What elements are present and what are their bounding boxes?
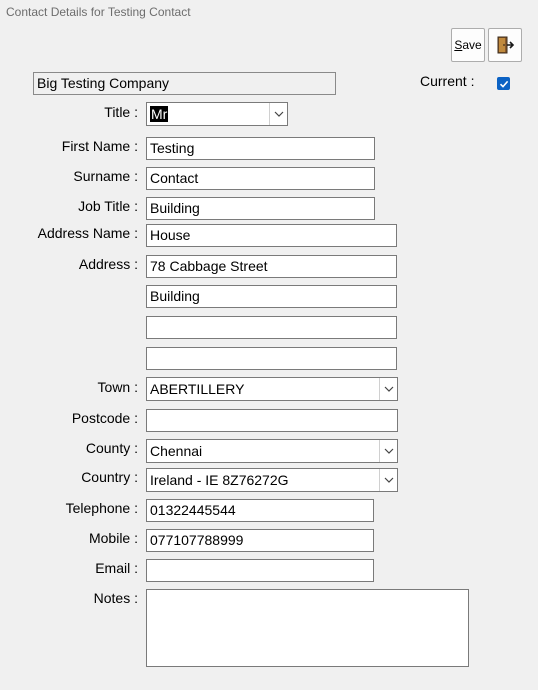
first-name-field[interactable]: Testing (146, 137, 375, 160)
surname-label: Surname : (73, 168, 138, 184)
exit-button[interactable] (488, 28, 522, 62)
company-name-display: Big Testing Company (33, 72, 336, 95)
address-line4-field[interactable] (146, 347, 397, 370)
postcode-label: Postcode : (71, 410, 138, 426)
title-label: Title : (104, 104, 138, 120)
town-value: ABERTILLERY (150, 381, 245, 397)
job-title-label: Job Title : (78, 198, 138, 214)
telephone-field[interactable]: 01322445544 (146, 499, 374, 522)
title-select[interactable]: Mr (146, 102, 288, 126)
email-label: Email : (95, 560, 138, 576)
mobile-field[interactable]: 077107788999 (146, 529, 374, 552)
country-select[interactable]: Ireland - IE 8Z76272G (146, 468, 398, 492)
address-name-field[interactable]: House (146, 224, 397, 247)
county-label: County : (85, 440, 138, 456)
surname-field[interactable]: Contact (146, 167, 375, 190)
address-line1-field[interactable]: 78 Cabbage Street (146, 255, 397, 278)
window-title: Contact Details for Testing Contact (6, 5, 191, 19)
first-name-label: First Name : (61, 138, 138, 154)
address-label: Address : (78, 256, 138, 272)
chevron-down-icon[interactable] (379, 378, 397, 400)
exit-door-icon (497, 36, 515, 54)
checkmark-icon (499, 80, 508, 88)
chevron-down-icon[interactable] (379, 469, 397, 491)
postcode-field[interactable] (146, 409, 398, 432)
notes-label: Notes : (93, 590, 138, 606)
save-label-mnemonic: S (454, 38, 463, 52)
chevron-down-icon[interactable] (269, 103, 287, 125)
email-field[interactable] (146, 559, 374, 582)
current-label: Current : (420, 73, 475, 89)
save-button[interactable]: Save (451, 28, 485, 62)
mobile-label: Mobile : (88, 530, 138, 546)
address-line3-field[interactable] (146, 316, 397, 339)
current-checkbox[interactable] (497, 77, 510, 90)
town-select[interactable]: ABERTILLERY (146, 377, 398, 401)
country-value: Ireland - IE 8Z76272G (150, 472, 289, 488)
address-line2-field[interactable]: Building (146, 285, 397, 308)
chevron-down-icon[interactable] (379, 440, 397, 462)
save-label-rest: ave (462, 38, 482, 52)
telephone-label: Telephone : (65, 500, 138, 516)
county-value: Chennai (150, 443, 203, 459)
job-title-field[interactable]: Building (146, 197, 375, 220)
title-value: Mr (150, 106, 169, 122)
country-label: Country : (81, 469, 138, 485)
notes-textarea[interactable] (146, 589, 469, 667)
address-name-label: Address Name : (37, 225, 138, 241)
county-select[interactable]: Chennai (146, 439, 398, 463)
town-label: Town : (97, 379, 138, 395)
